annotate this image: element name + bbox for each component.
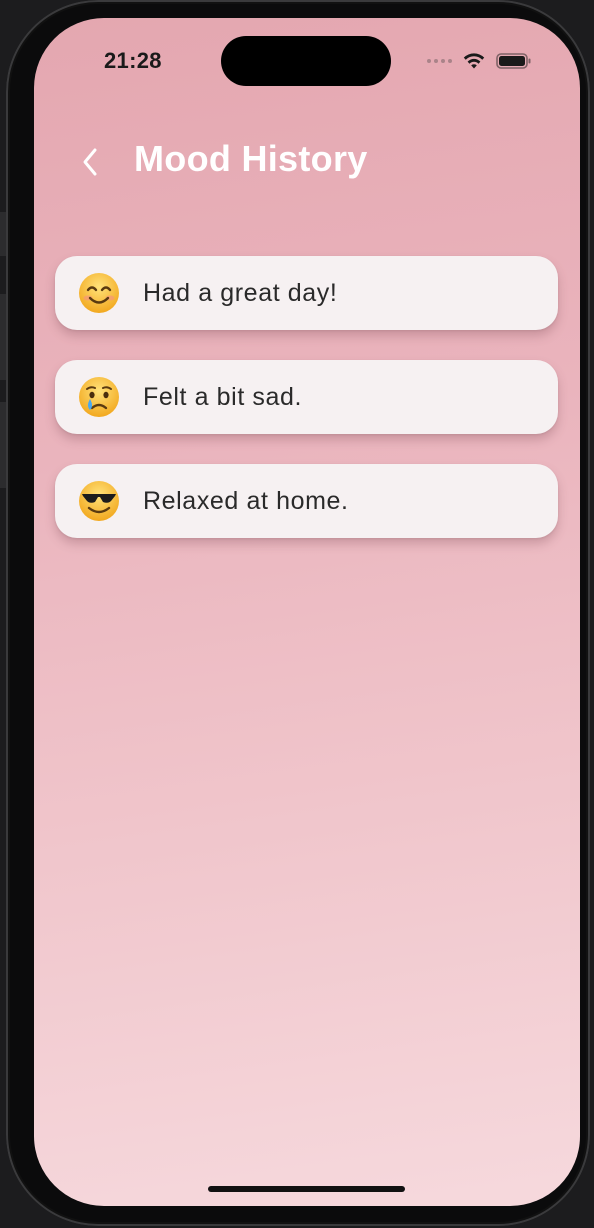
status-time: 21:28 bbox=[104, 48, 162, 73]
page-title: Mood History bbox=[134, 138, 368, 179]
mood-list: Had a great day! Felt a bit sad. Relaxed… bbox=[55, 256, 558, 568]
mood-entry-card[interactable]: Felt a bit sad. bbox=[55, 360, 558, 434]
crying-face-icon bbox=[77, 375, 121, 419]
mood-entry-card[interactable]: Relaxed at home. bbox=[55, 464, 558, 538]
dynamic-island bbox=[221, 36, 391, 86]
status-bar: 21:28 bbox=[34, 18, 580, 104]
device-stage: 21:28 Mood History Had a great day! Felt… bbox=[0, 0, 594, 1228]
phone-frame: 21:28 Mood History Had a great day! Felt… bbox=[6, 0, 590, 1226]
mood-entry-text: Relaxed at home. bbox=[143, 486, 349, 515]
sunglasses-face-icon bbox=[77, 479, 121, 523]
status-icons bbox=[427, 52, 532, 70]
cellular-signal-icon bbox=[427, 59, 452, 63]
smiling-face-icon bbox=[77, 271, 121, 315]
app-header: Mood History bbox=[34, 130, 580, 194]
mood-entry-text: Had a great day! bbox=[143, 278, 338, 307]
wifi-icon bbox=[463, 53, 485, 69]
app-screen: 21:28 Mood History Had a great day! Felt… bbox=[34, 18, 580, 1206]
mood-entry-text: Felt a bit sad. bbox=[143, 382, 303, 411]
mood-entry-card[interactable]: Had a great day! bbox=[55, 256, 558, 330]
back-button[interactable] bbox=[70, 140, 110, 184]
home-indicator[interactable] bbox=[208, 1186, 405, 1192]
battery-icon bbox=[496, 53, 531, 69]
chevron-left-icon bbox=[83, 148, 97, 176]
